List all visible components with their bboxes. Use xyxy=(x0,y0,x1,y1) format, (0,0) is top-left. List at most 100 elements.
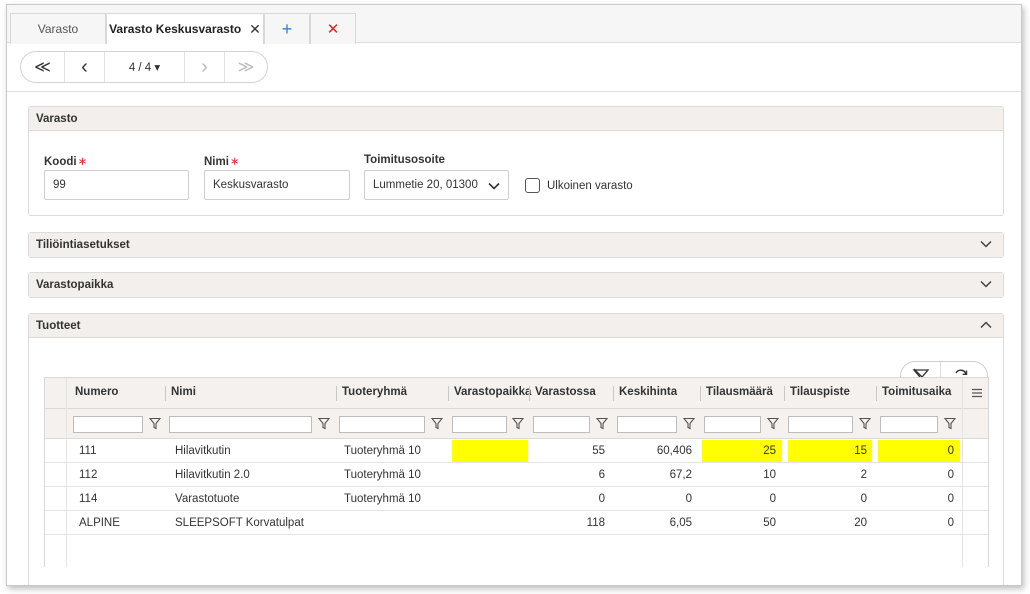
record-navigator: ≪ ‹ 4 / 4 ▾ › ≫ xyxy=(20,51,268,83)
filter-input-tuoteryhma[interactable] xyxy=(339,416,425,433)
cell-tuoteryhma: Tuoteryhmä 10 xyxy=(344,445,421,457)
section-header-tuotteet[interactable]: Tuotteet xyxy=(29,314,1003,338)
tab-label: Varasto xyxy=(37,22,79,36)
cell-tilausmaara: 10 xyxy=(763,469,776,481)
products-grid: Numero Nimi Tuoteryhmä Varastopaikka Var… xyxy=(44,377,989,567)
page-selector[interactable]: 4 / 4 ▾ xyxy=(105,52,185,82)
section-varastopaikka[interactable]: Varastopaikka xyxy=(28,272,1004,298)
nimi-label: Nimi∗ xyxy=(204,154,240,168)
close-all-tabs-button[interactable]: ✕ xyxy=(310,13,356,44)
cell-numero: 112 xyxy=(79,469,98,481)
toimitusosoite-value: Lummetie 20, 01300 Va xyxy=(373,179,479,191)
filter-input-toimitusaika[interactable] xyxy=(880,416,938,433)
section-tiliointiasetukset[interactable]: Tiliöintiasetukset xyxy=(28,232,1004,258)
filter-icon[interactable] xyxy=(149,417,161,430)
cell-tuoteryhma: Tuoteryhmä 10 xyxy=(344,493,421,505)
grid-header: Numero Nimi Tuoteryhmä Varastopaikka Var… xyxy=(45,378,988,409)
filter-icon[interactable] xyxy=(859,417,871,430)
filter-input-keskihinta[interactable] xyxy=(617,416,677,433)
section-title: Tuotteet xyxy=(36,319,81,332)
close-tab-icon[interactable]: ✕ xyxy=(249,21,261,38)
cell-tilauspiste: 15 xyxy=(854,445,867,457)
tab-bar: Varasto Varasto Keskusvarasto ✕ + ✕ xyxy=(7,5,1021,44)
close-icon: ✕ xyxy=(326,21,340,38)
nimi-input[interactable]: Keskusvarasto xyxy=(204,170,350,200)
filter-icon[interactable] xyxy=(767,417,779,430)
filter-input-tilauspiste[interactable] xyxy=(788,416,853,433)
column-header-tilausmaara[interactable]: Tilausmäärä xyxy=(706,386,773,398)
cell-nimi: SLEEPSOFT Korvatulpat xyxy=(175,517,304,529)
filter-input-numero[interactable] xyxy=(73,416,143,433)
section-header-varastopaikka[interactable]: Varastopaikka xyxy=(29,273,1003,297)
last-record-button[interactable]: ≫ xyxy=(225,52,267,82)
double-chevron-right-icon: ≫ xyxy=(237,59,255,76)
column-separator xyxy=(876,386,877,401)
previous-record-button[interactable]: ‹ xyxy=(65,52,105,82)
tab-label: Varasto Keskusvarasto xyxy=(109,22,242,36)
column-header-toimitusaika[interactable]: Toimitusaika xyxy=(882,386,951,398)
toimitusosoite-label: Toimitusosoite xyxy=(364,154,445,166)
section-header-tiliointiasetukset[interactable]: Tiliöintiasetukset xyxy=(29,233,1003,257)
table-row[interactable]: 112 Hilavitkutin 2.0 Tuoteryhmä 10 6 67,… xyxy=(45,463,988,487)
tab-varasto[interactable]: Varasto xyxy=(10,13,106,44)
cell-tuoteryhma: Tuoteryhmä 10 xyxy=(344,469,421,481)
column-separator xyxy=(700,386,701,401)
column-menu-icon[interactable] xyxy=(971,387,983,399)
filter-input-varastossa[interactable] xyxy=(533,416,590,433)
filter-icon[interactable] xyxy=(512,417,524,430)
koodi-label: Koodi∗ xyxy=(44,154,87,168)
column-header-nimi[interactable]: Nimi xyxy=(171,386,196,398)
table-row[interactable]: 114 Varastotuote Tuoteryhmä 10 0 0 0 0 0 xyxy=(45,487,988,511)
koodi-input[interactable]: 99 xyxy=(44,170,189,200)
table-row[interactable]: 111 Hilavitkutin Tuoteryhmä 10 55 60,406… xyxy=(45,439,988,463)
required-mark: ∗ xyxy=(77,156,88,168)
chevron-down-icon xyxy=(980,280,992,288)
filter-input-nimi[interactable] xyxy=(169,416,312,433)
filter-icon[interactable] xyxy=(683,417,695,430)
cell-tilausmaara: 25 xyxy=(763,445,776,457)
cell-nimi: Hilavitkutin xyxy=(175,445,231,457)
column-separator xyxy=(448,386,449,401)
column-header-keskihinta[interactable]: Keskihinta xyxy=(619,386,677,398)
column-header-tuoteryhma[interactable]: Tuoteryhmä xyxy=(342,386,407,398)
table-row[interactable]: ALPINE SLEEPSOFT Korvatulpat 118 6,05 50… xyxy=(45,511,988,535)
cell-keskihinta: 0 xyxy=(685,493,692,505)
filter-icon[interactable] xyxy=(431,417,443,430)
tab-varasto-keskusvarasto[interactable]: Varasto Keskusvarasto ✕ xyxy=(106,13,264,44)
required-mark: ∗ xyxy=(229,156,240,168)
filter-icon[interactable] xyxy=(944,417,956,430)
nimi-label-text: Nimi xyxy=(204,156,229,168)
first-record-button[interactable]: ≪ xyxy=(21,52,65,82)
double-chevron-left-icon: ≪ xyxy=(34,59,51,76)
column-header-varastopaikka[interactable]: Varastopaikka xyxy=(454,386,531,398)
toimitusosoite-select[interactable]: Lummetie 20, 01300 Va xyxy=(364,170,509,200)
next-record-button[interactable]: › xyxy=(185,52,225,82)
filter-input-varastopaikka[interactable] xyxy=(452,416,507,433)
filter-icon[interactable] xyxy=(596,417,608,430)
chevron-right-icon: › xyxy=(201,55,208,78)
column-separator xyxy=(165,386,166,401)
column-header-numero[interactable]: Numero xyxy=(75,386,118,398)
add-tab-button[interactable]: + xyxy=(264,13,310,44)
page-indicator: 4 / 4 ▾ xyxy=(128,62,161,74)
ulkoinen-varasto-checkbox[interactable] xyxy=(525,178,540,193)
filter-input-tilausmaara[interactable] xyxy=(704,416,761,433)
cell-nimi: Hilavitkutin 2.0 xyxy=(175,469,250,481)
divider xyxy=(7,91,1021,92)
cell-tilausmaara: 0 xyxy=(769,493,776,505)
cell-keskihinta: 60,406 xyxy=(656,445,692,457)
cell-keskihinta: 67,2 xyxy=(669,469,692,481)
cell-tilauspiste: 20 xyxy=(854,517,867,529)
chevron-left-icon: ‹ xyxy=(81,55,88,78)
cell-tilauspiste: 2 xyxy=(860,469,867,481)
cell-numero: 114 xyxy=(79,493,98,505)
cell-varastossa: 0 xyxy=(598,493,605,505)
column-separator xyxy=(613,386,614,401)
section-tuotteet: Tuotteet Numero Nimi Tuoteryhmä Varastop… xyxy=(28,313,1004,585)
column-header-tilauspiste[interactable]: Tilauspiste xyxy=(790,386,850,398)
nimi-value: Keskusvarasto xyxy=(213,179,289,191)
plus-icon: + xyxy=(281,18,293,39)
cell-tilauspiste: 0 xyxy=(860,493,867,505)
filter-icon[interactable] xyxy=(318,417,330,430)
column-header-varastossa[interactable]: Varastossa xyxy=(535,386,596,398)
